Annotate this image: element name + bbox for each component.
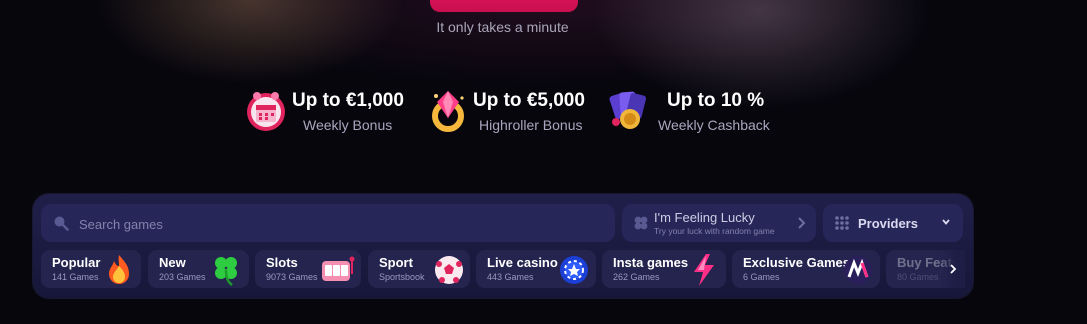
calendar-gift-icon xyxy=(247,92,285,131)
feeling-lucky-button[interactable]: I'm Feeling Lucky Try your luck with ran… xyxy=(622,204,816,242)
category-count: Sportsbook xyxy=(379,272,425,282)
category-name: Sport xyxy=(379,255,413,270)
category-tab-live-casino[interactable]: Live casino 443 Games xyxy=(476,250,596,288)
category-name: Insta games xyxy=(613,255,689,270)
lightning-icon xyxy=(694,254,714,286)
promo-value: Up to €5,000 xyxy=(473,90,585,111)
category-tab-insta-games[interactable]: Insta games 262 Games xyxy=(602,250,726,288)
clover-icon xyxy=(634,216,648,230)
category-count: 443 Games xyxy=(487,272,534,282)
category-tab-sport[interactable]: Sport Sportsbook xyxy=(368,250,470,288)
search-bar[interactable] xyxy=(41,204,615,244)
category-tab-popular[interactable]: Popular 141 Games xyxy=(41,250,141,288)
providers-label: Providers xyxy=(858,216,918,231)
category-name: New xyxy=(159,255,186,270)
category-count: 141 Games xyxy=(52,272,99,282)
category-count: 203 Games xyxy=(159,272,206,282)
poker-chip-icon xyxy=(560,256,588,284)
feeling-lucky-title: I'm Feeling Lucky xyxy=(654,210,755,225)
promo-label: Weekly Cashback xyxy=(658,117,770,133)
chevron-right-icon xyxy=(950,264,957,274)
search-input[interactable] xyxy=(77,204,601,244)
promo-value: Up to €1,000 xyxy=(292,90,404,111)
search-icon xyxy=(54,216,69,231)
slot-machine-icon xyxy=(322,256,355,281)
category-count: 9073 Games xyxy=(266,272,318,282)
category-count: 80 Games xyxy=(897,272,939,282)
signup-button[interactable] xyxy=(430,0,578,12)
category-tab-slots[interactable]: Slots 9073 Games xyxy=(255,250,361,288)
scroll-right-button[interactable] xyxy=(941,250,965,288)
fire-icon xyxy=(109,255,129,284)
soccer-ball-icon xyxy=(435,256,463,284)
category-count: 262 Games xyxy=(613,272,660,282)
category-name: Popular xyxy=(52,255,101,270)
chevron-down-icon xyxy=(942,219,950,225)
promo-value: Up to 10 % xyxy=(667,90,765,111)
category-tab-exclusive-games[interactable]: Exclusive Games 6 Games xyxy=(732,250,880,288)
feeling-lucky-subtitle: Try your luck with random game xyxy=(654,226,775,236)
category-tab-new[interactable]: New 203 Games xyxy=(148,250,249,288)
exclusive-logo-icon xyxy=(844,256,872,284)
category-count: 6 Games xyxy=(743,272,780,282)
category-name: Live casino xyxy=(487,255,558,270)
promo-label: Highroller Bonus xyxy=(479,117,583,133)
category-name: Slots xyxy=(266,255,298,270)
promo-label: Weekly Bonus xyxy=(303,117,393,133)
promo-row: Up to €1,000 Weekly Bonus Up to €5,000 H… xyxy=(0,86,1087,146)
gem-ring-icon xyxy=(432,91,464,132)
category-tabs: Popular 141 Games New 203 Games Slots 90… xyxy=(41,250,965,288)
category-name: Exclusive Games xyxy=(743,255,850,270)
hero-subtext: It only takes a minute xyxy=(436,19,569,35)
chevron-right-icon xyxy=(798,217,806,229)
clover-icon xyxy=(215,257,237,286)
cards-chip-icon xyxy=(609,91,647,129)
providers-dropdown[interactable]: Providers xyxy=(823,204,963,242)
game-navigation-panel: I'm Feeling Lucky Try your luck with ran… xyxy=(33,194,973,298)
grid-dots-icon xyxy=(835,216,849,230)
